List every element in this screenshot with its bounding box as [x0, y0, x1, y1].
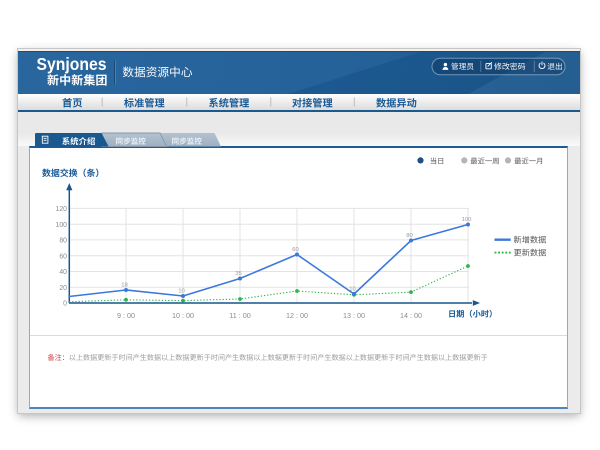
svg-text:10 : 00: 10 : 00 — [172, 311, 194, 320]
svg-text:80: 80 — [59, 238, 67, 245]
svg-text:13 : 00: 13 : 00 — [343, 311, 365, 320]
svg-text:18: 18 — [121, 282, 128, 288]
svg-text:120: 120 — [56, 206, 68, 213]
svg-text:100: 100 — [56, 222, 68, 229]
svg-text:0: 0 — [63, 301, 67, 308]
svg-text:10: 10 — [178, 288, 185, 294]
svg-text:40: 40 — [59, 269, 67, 276]
svg-text:12 : 00: 12 : 00 — [286, 311, 308, 320]
svg-text:Synjones: Synjones — [37, 54, 107, 74]
svg-text:9 : 00: 9 : 00 — [117, 311, 135, 320]
svg-text:35: 35 — [235, 271, 242, 277]
svg-text:10: 10 — [349, 286, 356, 292]
svg-text:80: 80 — [406, 233, 413, 239]
svg-text:60: 60 — [292, 247, 299, 253]
svg-text:100: 100 — [462, 217, 473, 223]
svg-text:14 : 00: 14 : 00 — [400, 311, 422, 320]
svg-text:11 : 00: 11 : 00 — [229, 311, 250, 320]
svg-text:60: 60 — [59, 253, 67, 260]
svg-text:20: 20 — [59, 285, 67, 292]
